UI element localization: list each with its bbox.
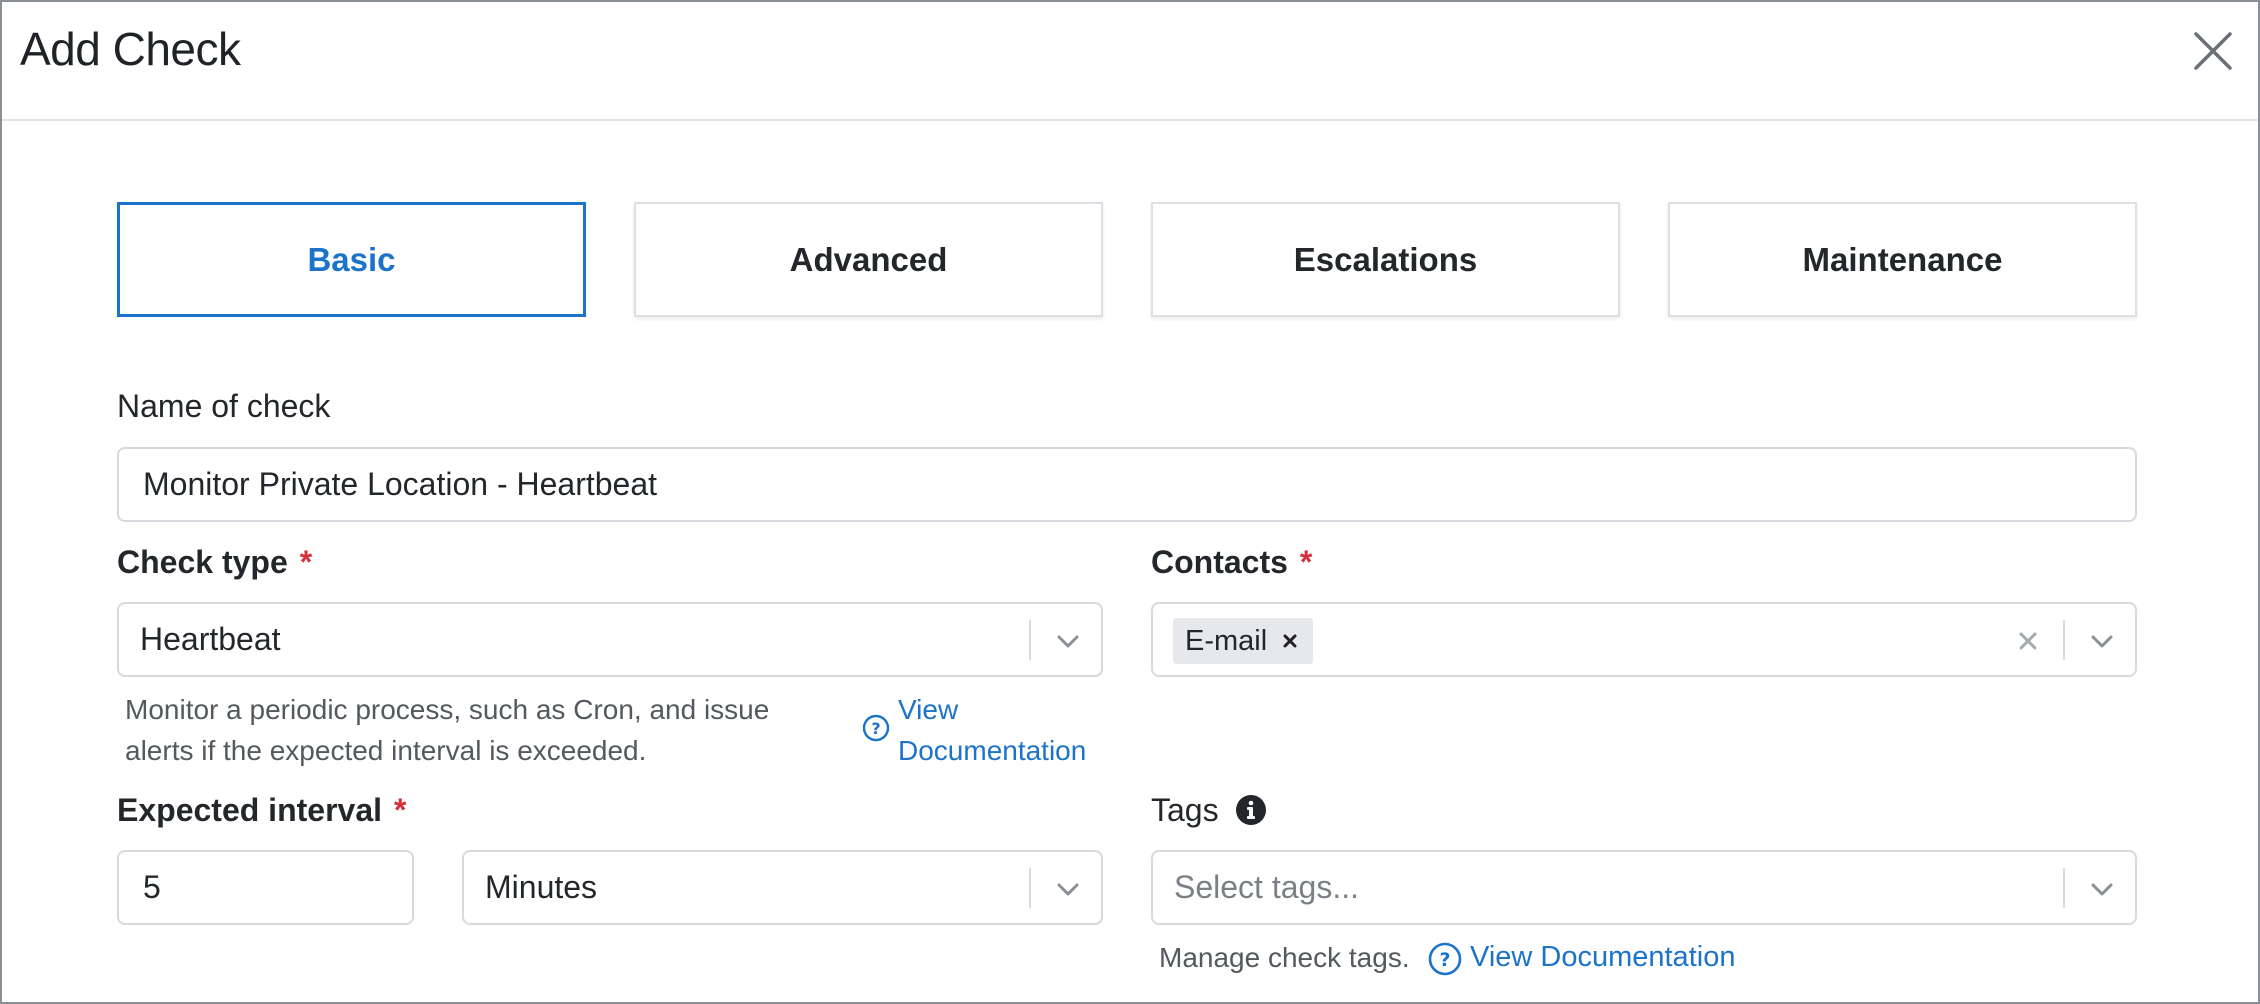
info-icon[interactable] <box>1235 794 1267 826</box>
close-button[interactable] <box>2190 28 2236 74</box>
remove-chip-icon[interactable] <box>1277 628 1303 654</box>
dialog-title: Add Check <box>20 23 241 75</box>
check-type-value: Heartbeat <box>140 621 281 657</box>
add-check-dialog: Add Check Basic Advanced Escalations Mai… <box>0 0 2260 1004</box>
check-type-label: Check type * <box>117 544 312 581</box>
select-separator <box>2063 868 2065 908</box>
question-circle-icon: ? <box>1428 942 1462 976</box>
tab-maintenance[interactable]: Maintenance <box>1668 202 2137 317</box>
check-type-help-line1: Monitor a periodic process, such as Cron… <box>125 694 770 725</box>
check-type-help-line2: alerts if the expected interval is excee… <box>125 735 647 766</box>
check-type-select[interactable]: Heartbeat <box>117 602 1103 677</box>
name-input-value: Monitor Private Location - Heartbeat <box>143 466 658 502</box>
tags-label-text: Tags <box>1151 792 1219 828</box>
svg-text:?: ? <box>1439 949 1450 971</box>
name-label: Name of check <box>117 388 331 424</box>
close-icon <box>2194 32 2232 70</box>
required-mark: * <box>394 792 407 828</box>
chevron-down-icon[interactable] <box>1051 872 1085 906</box>
contact-chip: E-mail <box>1173 618 1314 664</box>
tags-label: Tags <box>1151 792 1219 829</box>
check-type-doc-link[interactable]: View Documentation <box>898 689 1086 771</box>
svg-text:?: ? <box>871 719 880 738</box>
check-type-label-text: Check type <box>117 544 288 580</box>
tab-basic[interactable]: Basic <box>117 202 586 317</box>
interval-label: Expected interval * <box>117 792 406 829</box>
select-separator <box>1029 620 1031 660</box>
check-type-help: Monitor a periodic process, such as Cron… <box>125 689 845 771</box>
chevron-down-icon[interactable] <box>2085 872 2119 906</box>
contacts-label-text: Contacts <box>1151 544 1288 580</box>
clear-icon[interactable] <box>2011 624 2045 658</box>
doc-link-line1: View <box>898 694 959 725</box>
contact-chip-label: E-mail <box>1185 625 1268 657</box>
tab-advanced[interactable]: Advanced <box>634 202 1103 317</box>
interval-label-text: Expected interval <box>117 792 382 828</box>
interval-unit-select[interactable]: Minutes <box>462 850 1103 925</box>
chevron-down-icon[interactable] <box>2085 624 2119 658</box>
tab-escalations[interactable]: Escalations <box>1151 202 1620 317</box>
interval-value: 5 <box>143 869 161 905</box>
contacts-label: Contacts * <box>1151 544 1312 581</box>
tags-select[interactable]: Select tags... <box>1151 850 2137 925</box>
chevron-down-icon[interactable] <box>1051 624 1085 658</box>
doc-link-line2: Documentation <box>898 735 1087 766</box>
contacts-select[interactable]: E-mail <box>1151 602 2137 677</box>
interval-value-input[interactable]: 5 <box>117 850 414 925</box>
name-input[interactable]: Monitor Private Location - Heartbeat <box>117 447 2137 522</box>
select-separator <box>2063 620 2065 660</box>
tags-placeholder: Select tags... <box>1174 869 1359 905</box>
question-circle-icon: ? <box>862 714 890 742</box>
interval-unit-value: Minutes <box>485 869 598 905</box>
tags-help: Manage check tags. <box>1159 942 1410 973</box>
required-mark: * <box>1299 544 1313 580</box>
dialog-header: Add Check <box>2 2 2258 121</box>
required-mark: * <box>299 544 313 580</box>
tags-doc-link[interactable]: View Documentation <box>1470 937 1735 978</box>
select-separator <box>1029 868 1031 908</box>
